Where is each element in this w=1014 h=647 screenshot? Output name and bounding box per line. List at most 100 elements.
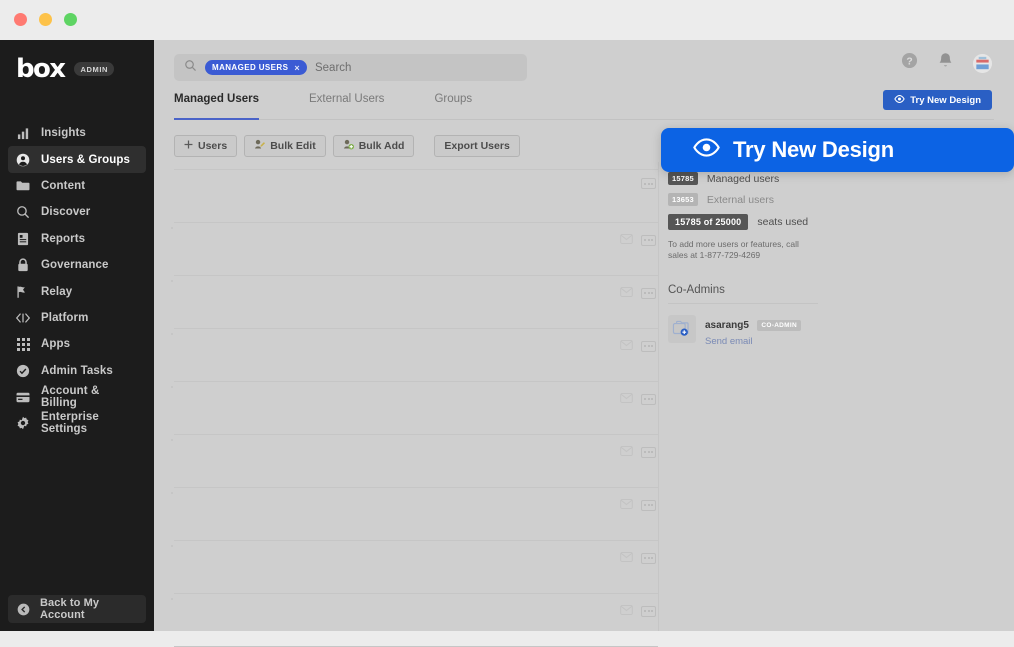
- brand: box ADMIN: [16, 56, 114, 82]
- sidebar-item-label: Content: [41, 180, 85, 192]
- co-admin-avatar-icon: [668, 315, 696, 343]
- svg-text:?: ?: [906, 56, 912, 67]
- sidebar-item-admin-tasks[interactable]: Admin Tasks: [8, 358, 146, 384]
- sidebar-item-label: Users & Groups: [41, 154, 130, 166]
- send-email-link[interactable]: Send email: [705, 336, 801, 347]
- try-new-design-button-small[interactable]: Try New Design: [883, 90, 992, 110]
- row-menu-icon[interactable]: [641, 553, 656, 564]
- add-users-button[interactable]: Users: [174, 135, 237, 157]
- window-minimize-button[interactable]: [39, 13, 52, 26]
- sidebar-item-label: Enterprise Settings: [41, 411, 138, 435]
- table-row[interactable]: [174, 594, 658, 647]
- row-menu-icon[interactable]: [641, 288, 656, 299]
- search-icon: [184, 59, 197, 77]
- bell-icon[interactable]: [938, 52, 953, 74]
- co-admin-details: asarang5 CO-ADMIN Send email: [705, 315, 801, 347]
- row-actions: [620, 337, 656, 355]
- panel-divider: [658, 162, 659, 631]
- row-menu-icon[interactable]: [641, 341, 656, 352]
- table-row[interactable]: [174, 170, 658, 223]
- co-admin-name-row: asarang5 CO-ADMIN: [705, 315, 801, 333]
- mail-icon[interactable]: [620, 496, 633, 514]
- external-users-count-badge: 13653: [668, 193, 698, 206]
- table-row[interactable]: [174, 223, 658, 276]
- window-maximize-button[interactable]: [64, 13, 77, 26]
- sidebar-item-governance[interactable]: Governance: [8, 252, 146, 278]
- sidebar-item-content[interactable]: Content: [8, 173, 146, 199]
- list-item: asarang5 CO-ADMIN Send email: [668, 315, 998, 347]
- row-menu-icon[interactable]: [641, 447, 656, 458]
- sales-contact-text: To add more users or features, call sale…: [668, 239, 816, 262]
- sidebar-nav: Insights Users & Groups Content Discover: [8, 120, 146, 437]
- grid-dots-icon: [16, 337, 30, 351]
- mail-icon[interactable]: [620, 337, 633, 355]
- mail-icon[interactable]: [620, 284, 633, 302]
- document-icon: [16, 232, 30, 246]
- sidebar-item-label: Insights: [41, 127, 86, 139]
- back-to-my-account-button[interactable]: Back to My Account: [8, 595, 146, 623]
- sidebar-item-relay[interactable]: Relay: [8, 278, 146, 304]
- app-window: box ADMIN Insights Users & Groups: [0, 40, 1014, 631]
- table-row[interactable]: [174, 541, 658, 594]
- row-marker: [171, 280, 173, 282]
- export-users-button[interactable]: Export Users: [434, 135, 519, 157]
- account-info-panel: Account Information 15785 Managed users …: [668, 144, 998, 347]
- search-filter-chip[interactable]: MANAGED USERS ×: [205, 60, 307, 75]
- mail-icon[interactable]: [620, 443, 633, 461]
- sidebar-item-discover[interactable]: Discover: [8, 199, 146, 225]
- magnifier-icon: [16, 205, 30, 219]
- sidebar-item-reports[interactable]: Reports: [8, 226, 146, 252]
- mail-icon[interactable]: [620, 602, 633, 620]
- row-menu-icon[interactable]: [641, 606, 656, 617]
- lock-icon: [16, 258, 30, 272]
- co-admin-name: asarang5: [705, 320, 749, 331]
- search-input[interactable]: Search: [315, 62, 351, 74]
- row-menu-icon[interactable]: [641, 500, 656, 511]
- row-marker: [171, 227, 173, 229]
- close-icon[interactable]: ×: [294, 63, 300, 73]
- row-menu-icon[interactable]: [641, 235, 656, 246]
- sidebar-item-label: Apps: [41, 338, 70, 350]
- tab-managed-users[interactable]: Managed Users: [174, 93, 259, 119]
- try-new-design-label-small: Try New Design: [910, 95, 981, 106]
- sidebar-item-account-billing[interactable]: Account & Billing: [8, 384, 146, 410]
- sidebar-item-apps[interactable]: Apps: [8, 331, 146, 357]
- bulk-add-button[interactable]: Bulk Add: [333, 135, 415, 157]
- sidebar-item-users-groups[interactable]: Users & Groups: [8, 146, 146, 172]
- window-close-button[interactable]: [14, 13, 27, 26]
- mail-icon[interactable]: [620, 390, 633, 408]
- row-marker: [171, 386, 173, 388]
- status-badge: CO-ADMIN: [757, 320, 801, 331]
- sidebar-item-enterprise-settings[interactable]: Enterprise Settings: [8, 410, 146, 436]
- sidebar-item-insights[interactable]: Insights: [8, 120, 146, 146]
- try-new-design-label-large: Try New Design: [733, 137, 894, 163]
- table-row[interactable]: [174, 435, 658, 488]
- window-titlebar: [0, 0, 1014, 40]
- table-row[interactable]: [174, 382, 658, 435]
- table-row[interactable]: [174, 488, 658, 541]
- tab-external-users[interactable]: External Users: [309, 93, 384, 119]
- row-menu-icon[interactable]: [641, 394, 656, 405]
- avatar[interactable]: [973, 54, 992, 73]
- table-row[interactable]: [174, 329, 658, 382]
- row-marker: [171, 439, 173, 441]
- help-circle-icon[interactable]: ?: [901, 52, 918, 74]
- row-actions: [620, 602, 656, 620]
- row-actions: [620, 549, 656, 567]
- search-bar[interactable]: MANAGED USERS × Search: [174, 54, 527, 81]
- bulk-edit-button[interactable]: Bulk Edit: [244, 135, 326, 157]
- export-users-label: Export Users: [444, 140, 509, 152]
- sidebar-item-label: Account & Billing: [41, 385, 138, 409]
- sidebar-item-platform[interactable]: Platform: [8, 305, 146, 331]
- try-new-design-button-large[interactable]: Try New Design: [661, 128, 1014, 172]
- managed-users-count-badge: 15785: [668, 172, 698, 185]
- mail-icon[interactable]: [620, 231, 633, 249]
- managed-users-label: Managed users: [707, 173, 779, 185]
- bulk-edit-icon: [254, 139, 265, 153]
- row-actions: [620, 443, 656, 461]
- mail-icon[interactable]: [620, 549, 633, 567]
- tab-groups[interactable]: Groups: [434, 93, 472, 119]
- row-menu-icon[interactable]: [641, 178, 656, 189]
- sidebar-item-label: Admin Tasks: [41, 365, 113, 377]
- table-row[interactable]: [174, 276, 658, 329]
